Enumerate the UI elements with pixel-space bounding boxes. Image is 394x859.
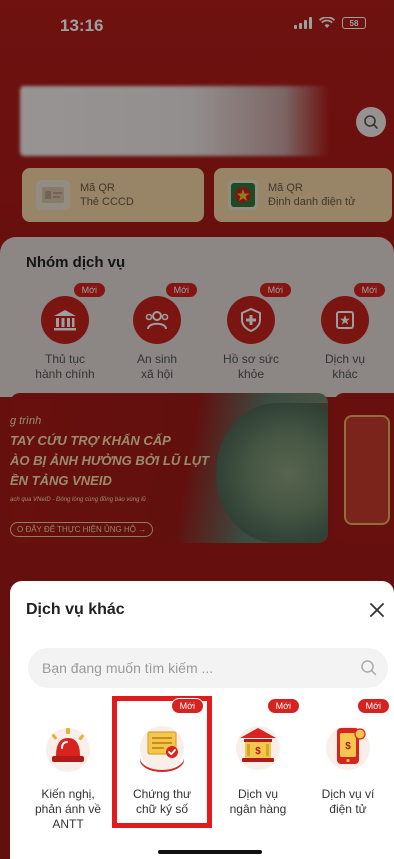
service-digital-certificate[interactable]: Mới Chứng thư chữ ký số [112, 696, 212, 828]
item-label: ANTT [52, 817, 84, 831]
item-label: Chứng thư [132, 787, 192, 801]
item-label: Kiến nghị, [41, 787, 95, 801]
new-badge: Mới [356, 698, 390, 714]
digital-certificate-icon [140, 726, 184, 772]
service-e-wallet[interactable]: Mới $ Dịch vụ ví điện tử [300, 698, 394, 826]
close-button[interactable] [366, 599, 388, 621]
new-badge: Mới [170, 698, 204, 714]
other-services-sheet: Dịch vụ khác Kiến nghị, phản ánh về ANTT [10, 581, 394, 859]
item-label: chữ ký số [135, 802, 189, 816]
item-label: phản ánh về [34, 802, 102, 816]
service-security-feedback[interactable]: Kiến nghị, phản ánh về ANTT [20, 698, 116, 831]
search-icon[interactable] [360, 659, 378, 677]
svg-text:$: $ [255, 746, 261, 757]
search-field[interactable] [28, 648, 388, 688]
svg-text:$: $ [345, 741, 351, 752]
service-banking[interactable]: Mới $ Dịch vụ ngân hàng [210, 698, 306, 826]
sheet-title: Dịch vụ khác [26, 601, 125, 618]
close-icon [370, 603, 384, 617]
home-indicator[interactable] [158, 850, 262, 854]
new-badge: Mới [266, 698, 300, 714]
item-label: Dịch vụ ví [321, 787, 375, 801]
alarm-siren-icon [46, 728, 90, 772]
bank-icon: $ [236, 726, 280, 770]
item-label: điện tử [329, 802, 367, 816]
item-label: Dịch vụ [237, 787, 278, 801]
item-label: ngân hàng [229, 802, 287, 816]
e-wallet-icon: $ [326, 726, 370, 770]
search-input[interactable] [42, 660, 342, 676]
